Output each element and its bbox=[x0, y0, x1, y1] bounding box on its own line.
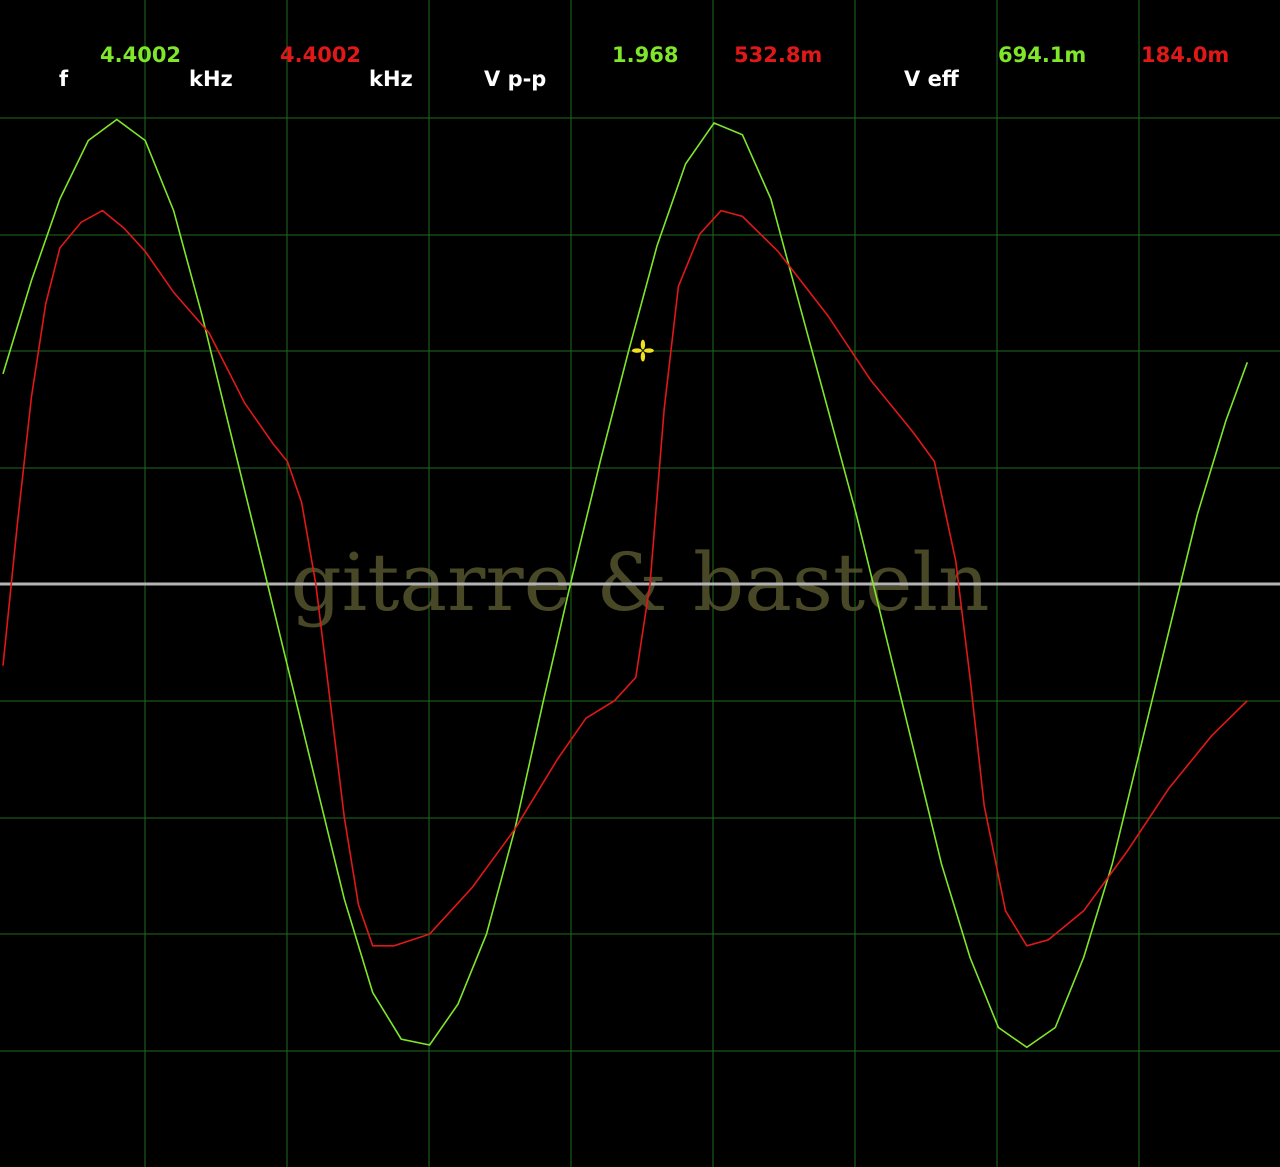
veff-ch2-value: 184.0m bbox=[1141, 43, 1229, 67]
vpp-label: V p-p bbox=[484, 67, 546, 91]
f-label: f bbox=[59, 67, 69, 91]
f-ch2-value: 4.4002 bbox=[280, 43, 361, 67]
cursor-petal bbox=[643, 348, 654, 353]
f-ch2-unit: kHz bbox=[369, 67, 413, 91]
veff-ch1-value: 694.1m bbox=[998, 43, 1086, 67]
cursor-petal bbox=[640, 351, 646, 362]
veff-label: V eff bbox=[904, 67, 960, 91]
oscilloscope-screen: gitarre & basteln f 4.4002 kHz 4.4002 kH… bbox=[0, 0, 1280, 1167]
cursor-petal bbox=[640, 339, 646, 350]
f-ch1-value: 4.4002 bbox=[100, 43, 181, 67]
cursor-petal bbox=[631, 348, 642, 353]
f-ch1-unit: kHz bbox=[189, 67, 233, 91]
vpp-ch2-value: 532.8m bbox=[734, 43, 822, 67]
vpp-ch1-value: 1.968 bbox=[612, 43, 678, 67]
